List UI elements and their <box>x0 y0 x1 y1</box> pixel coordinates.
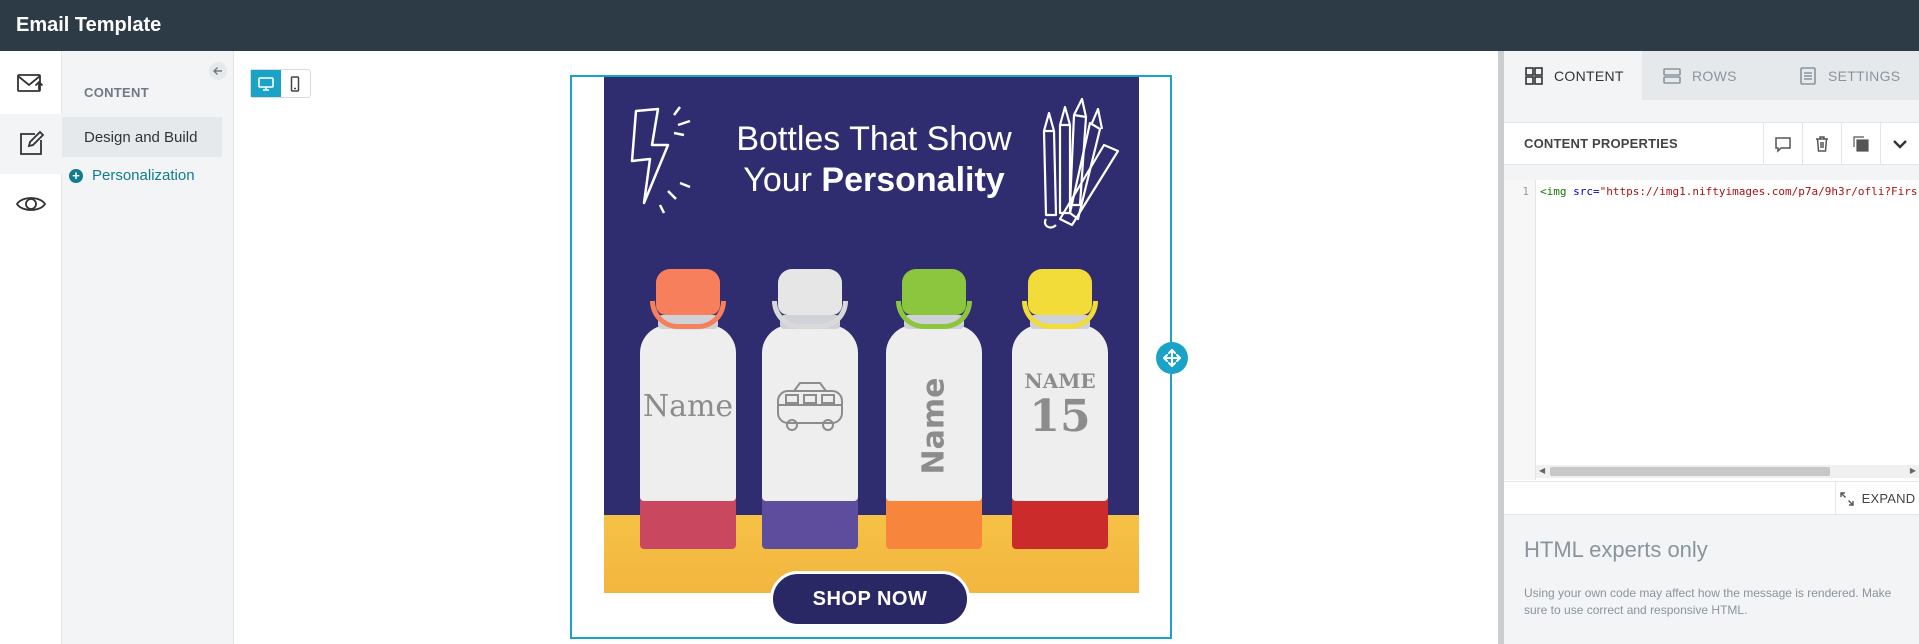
code-attr: src= <box>1566 185 1600 198</box>
trash-icon <box>1816 135 1828 152</box>
horizontal-scrollbar[interactable]: ◀ ▶ <box>1536 465 1919 478</box>
properties-panel: CONTENT ROWS SETTINGS CONTENT PROPERTIES <box>1498 51 1919 644</box>
tab-rows-label: ROWS <box>1692 67 1737 84</box>
eye-icon <box>15 197 47 211</box>
arrow-left-icon <box>213 67 222 75</box>
desktop-icon <box>257 76 274 91</box>
personalization-label: Personalization <box>92 167 195 184</box>
settings-doc-icon <box>1800 66 1816 85</box>
content-panel-heading: CONTENT <box>84 85 149 100</box>
scrollbar-thumb[interactable] <box>1550 467 1830 476</box>
html-experts-note: Using your own code may affect how the m… <box>1524 586 1892 617</box>
bottle-cap <box>656 269 720 315</box>
hero-image[interactable]: Bottles That Show Your Personality Name <box>604 77 1139 593</box>
rail-item-design[interactable] <box>0 114 62 174</box>
bottle-4: NAME 15 <box>1008 269 1112 549</box>
camper-van-icon <box>777 382 843 431</box>
code-string: "https://img1.niftyimages.com/p7a/9h3r/o… <box>1599 185 1918 198</box>
bottle-engraving: NAME <box>1024 369 1096 393</box>
comment-icon <box>1775 136 1791 153</box>
edit-icon <box>20 130 45 155</box>
scroll-left-icon[interactable]: ◀ <box>1539 466 1545 475</box>
expand-button[interactable]: EXPAND <box>1835 482 1919 515</box>
scroll-right-icon[interactable]: ▶ <box>1910 466 1916 475</box>
headline-prefix: Your <box>743 161 812 199</box>
mobile-view-button[interactable] <box>281 70 311 97</box>
headline-emphasis: Personality <box>821 161 1005 199</box>
comment-button[interactable] <box>1763 122 1802 165</box>
tab-content[interactable]: CONTENT <box>1504 51 1642 100</box>
line-number-gutter: 1 <box>1504 180 1536 480</box>
nav-item-design-and-build[interactable]: Design and Build <box>62 117 222 157</box>
app-title: Email Template <box>16 14 162 36</box>
content-properties-title: CONTENT PROPERTIES <box>1524 136 1678 151</box>
expand-icon <box>1839 491 1854 506</box>
lightning-doodle-icon <box>630 106 691 214</box>
tab-rows[interactable]: ROWS <box>1642 51 1778 100</box>
code-line-1[interactable]: <img src="https://img1.niftyimages.com/p… <box>1540 185 1918 198</box>
tab-settings-label: SETTINGS <box>1828 67 1901 84</box>
hero-headline: Bottles That Show Your Personality <box>694 119 1054 201</box>
app-header: Email Template <box>0 0 1919 51</box>
left-rail <box>0 51 62 644</box>
rail-item-setup[interactable] <box>0 54 62 114</box>
expand-label: EXPAND <box>1861 491 1916 506</box>
mail-send-icon <box>17 74 44 92</box>
bottle-cap <box>902 269 966 315</box>
bottle-1: Name <box>636 269 740 549</box>
mobile-icon <box>291 75 300 92</box>
right-panel-tabs: CONTENT ROWS SETTINGS <box>1504 51 1919 100</box>
line-number: 1 <box>1522 185 1529 198</box>
chevron-down-icon <box>1893 139 1907 149</box>
move-block-handle[interactable] <box>1156 342 1188 374</box>
nav-item-label: Design and Build <box>84 128 198 146</box>
html-experts-title: HTML experts only <box>1524 537 1708 562</box>
plus-circle-icon: + <box>69 168 83 183</box>
headline-line-1: Bottles That Show <box>736 120 1012 158</box>
tab-content-label: CONTENT <box>1554 67 1624 84</box>
personalization-link[interactable]: + Personalization <box>69 167 195 184</box>
bottle-engraving: Name <box>916 377 952 475</box>
desktop-view-button[interactable] <box>251 70 281 97</box>
content-properties-bar: CONTENT PROPERTIES <box>1504 122 1919 165</box>
code-tag: <img <box>1540 185 1567 198</box>
duplicate-button[interactable] <box>1841 122 1880 165</box>
bottle-3: Name <box>882 269 986 549</box>
bottle-2 <box>758 269 862 549</box>
device-toggle <box>250 69 311 98</box>
bottle-cap <box>778 269 842 315</box>
rail-item-preview[interactable] <box>0 174 62 234</box>
duplicate-icon <box>1853 135 1869 152</box>
pencils-doodle-icon <box>1042 97 1120 229</box>
content-panel: CONTENT Design and Build + Personalizati… <box>62 51 234 644</box>
move-arrows-icon <box>1163 349 1181 367</box>
bottle-number: 15 <box>1029 391 1091 442</box>
bottle-cap <box>1028 269 1092 315</box>
bottle-engraving: Name <box>642 389 734 424</box>
grid-icon <box>1525 66 1543 85</box>
tab-settings[interactable]: SETTINGS <box>1778 51 1919 100</box>
rows-icon <box>1663 67 1681 84</box>
html-code-editor[interactable]: 1 <img src="https://img1.niftyimages.com… <box>1504 180 1919 481</box>
collapse-panel-button[interactable] <box>209 62 227 80</box>
collapse-properties-button[interactable] <box>1880 122 1919 165</box>
delete-button[interactable] <box>1802 122 1841 165</box>
shop-now-button[interactable]: SHOP NOW <box>770 571 970 627</box>
editor-footer: EXPAND <box>1504 481 1919 515</box>
